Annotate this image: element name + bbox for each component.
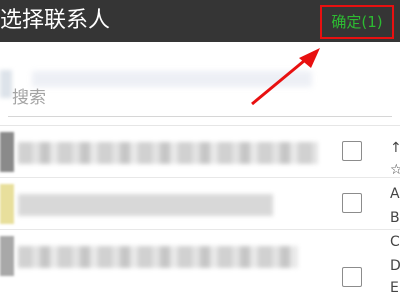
index-letter[interactable]: D: [390, 258, 400, 274]
contact-name-blurred: [18, 142, 318, 164]
contact-checkbox[interactable]: [342, 193, 362, 213]
contact-name-blurred: [18, 246, 298, 268]
index-letter[interactable]: E: [390, 280, 400, 296]
index-letter[interactable]: A: [390, 186, 400, 202]
list-item[interactable]: [0, 178, 400, 230]
index-letter[interactable]: B: [390, 210, 400, 226]
avatar: [0, 236, 14, 276]
contact-checkbox[interactable]: [342, 267, 362, 287]
contact-name-blurred: [18, 194, 273, 216]
avatar: [0, 184, 14, 224]
list-item[interactable]: [0, 126, 400, 178]
index-letter[interactable]: ☆: [390, 162, 400, 178]
index-letter[interactable]: ↑: [390, 140, 400, 156]
contact-checkbox[interactable]: [342, 141, 362, 161]
index-letter[interactable]: C: [390, 234, 400, 250]
list-item[interactable]: [0, 230, 400, 300]
avatar: [0, 132, 14, 172]
